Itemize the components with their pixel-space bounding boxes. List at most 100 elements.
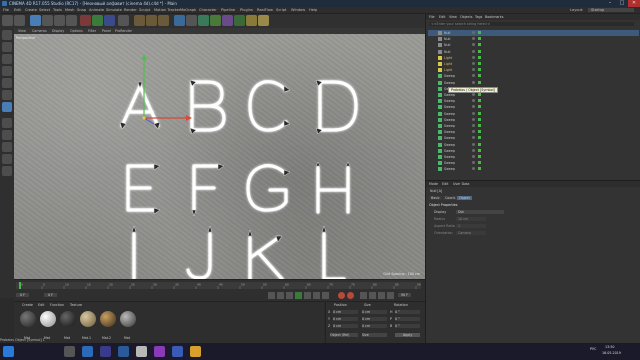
om-menu-file[interactable]: File bbox=[429, 15, 435, 19]
maximize-button[interactable]: □ bbox=[616, 0, 628, 7]
object-row[interactable]: Sweep bbox=[428, 148, 639, 154]
prev-key-icon[interactable] bbox=[277, 292, 284, 299]
menu-mesh[interactable]: Mesh bbox=[65, 8, 74, 12]
visibility-dot-icon[interactable] bbox=[472, 105, 475, 109]
task-view-icon[interactable] bbox=[64, 346, 75, 357]
tab-coord[interactable]: Coord. bbox=[443, 196, 458, 200]
am-menu-mode[interactable]: Mode bbox=[429, 182, 438, 186]
enabled-check-icon[interactable] bbox=[478, 155, 481, 158]
visibility-dot-icon[interactable] bbox=[472, 37, 475, 41]
visibility-dot-icon[interactable] bbox=[472, 74, 475, 78]
coord-y-position[interactable]: 0 cm bbox=[333, 317, 358, 321]
visibility-dot-icon[interactable] bbox=[472, 68, 475, 72]
object-row[interactable]: Light bbox=[428, 55, 639, 61]
enabled-check-icon[interactable] bbox=[478, 161, 481, 165]
vp-menu-options[interactable]: Options bbox=[70, 29, 83, 33]
visibility-dot-icon[interactable] bbox=[472, 155, 475, 158]
object-row[interactable]: Sweep bbox=[428, 123, 639, 129]
enabled-check-icon[interactable] bbox=[478, 136, 481, 140]
object-row[interactable]: Sweep bbox=[428, 80, 639, 86]
material-swatch-1[interactable] bbox=[20, 311, 36, 327]
enabled-check-icon[interactable] bbox=[478, 111, 481, 115]
object-row[interactable]: Null bbox=[428, 30, 639, 36]
tab-object[interactable]: Object bbox=[457, 196, 472, 200]
menu-window[interactable]: Window bbox=[291, 8, 305, 12]
cinema4d-taskbar-icon[interactable] bbox=[172, 346, 183, 357]
timeline-ruler[interactable]: 0 5 10 15 20 25 30 35 40 45 50 55 60 65 70 75 80 85 90 bbox=[16, 282, 421, 289]
am-menu-edit[interactable]: Edit bbox=[442, 182, 448, 186]
material-swatch-4[interactable] bbox=[80, 311, 96, 327]
menu-help[interactable]: Help bbox=[309, 8, 317, 12]
enabled-check-icon[interactable] bbox=[478, 93, 481, 96]
edges-mode-icon[interactable] bbox=[2, 90, 12, 100]
object-row[interactable]: Light bbox=[428, 67, 639, 73]
menu-edit[interactable]: Edit bbox=[14, 8, 21, 12]
om-menu-tags[interactable]: Tags bbox=[475, 15, 482, 19]
menu-create[interactable]: Create bbox=[25, 8, 37, 12]
prev-frame-icon[interactable] bbox=[286, 292, 293, 299]
make-editable-icon[interactable] bbox=[2, 30, 12, 40]
position-key-icon[interactable] bbox=[369, 292, 376, 299]
visibility-dot-icon[interactable] bbox=[472, 99, 475, 103]
go-to-end-icon[interactable] bbox=[322, 292, 329, 299]
enabled-check-icon[interactable] bbox=[478, 130, 481, 134]
visibility-dot-icon[interactable] bbox=[472, 136, 475, 140]
windows-start-icon[interactable] bbox=[3, 346, 14, 357]
live-selection-icon[interactable] bbox=[30, 15, 41, 26]
record-icon[interactable] bbox=[338, 292, 345, 299]
tray-language[interactable]: РУС bbox=[590, 347, 596, 351]
visibility-dot-icon[interactable] bbox=[472, 130, 475, 134]
render-settings-icon[interactable] bbox=[158, 15, 169, 26]
enabled-check-icon[interactable] bbox=[478, 62, 481, 65]
app-icon-4[interactable] bbox=[154, 346, 165, 357]
enabled-check-icon[interactable] bbox=[478, 37, 481, 41]
start-frame-field[interactable]: 0 F bbox=[16, 293, 30, 297]
visibility-dot-icon[interactable] bbox=[472, 142, 475, 146]
app-icon-3[interactable] bbox=[136, 346, 147, 357]
planar-workplane-icon[interactable] bbox=[2, 166, 12, 176]
redo-icon[interactable] bbox=[14, 15, 25, 26]
subdivision-icon[interactable] bbox=[198, 15, 209, 26]
vp-menu-filter[interactable]: Filter bbox=[88, 29, 96, 33]
undo-icon[interactable] bbox=[2, 15, 13, 26]
enabled-check-icon[interactable] bbox=[478, 68, 481, 72]
mat-menu-edit[interactable]: Edit bbox=[38, 303, 44, 307]
enabled-check-icon[interactable] bbox=[478, 55, 481, 59]
material-swatch-2[interactable] bbox=[40, 311, 56, 327]
explorer-icon[interactable] bbox=[82, 346, 93, 357]
object-row[interactable]: Sweep bbox=[428, 117, 639, 123]
prop-display-select[interactable]: Dot bbox=[456, 210, 504, 214]
polygons-mode-icon[interactable] bbox=[2, 102, 12, 112]
object-row[interactable]: Sweep bbox=[428, 142, 639, 148]
vp-menu-display[interactable]: Display bbox=[52, 29, 64, 33]
close-button[interactable]: ✕ bbox=[628, 0, 640, 7]
coord-x-position[interactable]: 0 cm bbox=[333, 310, 358, 314]
scale-key-icon[interactable] bbox=[378, 292, 385, 299]
keyframe-selection-icon[interactable] bbox=[360, 292, 367, 299]
mat-menu-texture[interactable]: Texture bbox=[70, 303, 82, 307]
next-frame-icon[interactable] bbox=[304, 292, 311, 299]
prop-orientation-select[interactable]: Camera bbox=[456, 231, 486, 235]
render-view-icon[interactable] bbox=[134, 15, 145, 26]
scale-icon[interactable] bbox=[54, 15, 65, 26]
x-axis-icon[interactable] bbox=[80, 15, 91, 26]
menu-motion-tracker[interactable]: Motion Tracker bbox=[154, 8, 180, 12]
menu-realflow[interactable]: RealFlow bbox=[257, 8, 273, 12]
floor-icon[interactable] bbox=[234, 15, 245, 26]
current-frame-field[interactable]: 0 F bbox=[44, 293, 58, 297]
deformer-icon[interactable] bbox=[222, 15, 233, 26]
apply-button[interactable]: Apply bbox=[395, 333, 420, 337]
object-row[interactable]: Null bbox=[428, 42, 639, 48]
visibility-dot-icon[interactable] bbox=[472, 49, 475, 53]
points-mode-icon[interactable] bbox=[2, 78, 12, 88]
enabled-check-icon[interactable] bbox=[478, 117, 481, 121]
menu-select[interactable]: Select bbox=[39, 8, 50, 12]
visibility-dot-icon[interactable] bbox=[472, 161, 475, 165]
menu-plugins[interactable]: Plugins bbox=[240, 8, 253, 12]
object-row[interactable]: Null bbox=[428, 49, 639, 55]
enabled-check-icon[interactable] bbox=[478, 105, 481, 109]
om-menu-objects[interactable]: Objects bbox=[460, 15, 472, 19]
menu-tools[interactable]: Tools bbox=[53, 8, 62, 12]
material-swatch-5[interactable] bbox=[100, 311, 116, 327]
app-icon-1[interactable] bbox=[100, 346, 111, 357]
